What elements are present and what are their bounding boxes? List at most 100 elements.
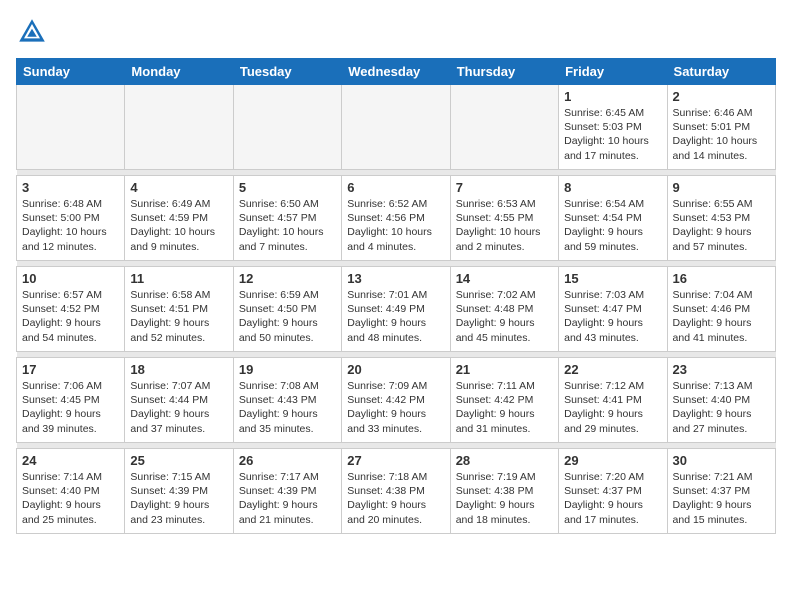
calendar-day-cell bbox=[17, 85, 125, 170]
day-number: 17 bbox=[22, 362, 119, 377]
day-number: 12 bbox=[239, 271, 336, 286]
day-info: Sunrise: 7:14 AM Sunset: 4:40 PM Dayligh… bbox=[22, 470, 119, 527]
weekday-header: Monday bbox=[125, 59, 233, 85]
day-number: 30 bbox=[673, 453, 770, 468]
calendar-day-cell bbox=[342, 85, 450, 170]
calendar-day-cell bbox=[450, 85, 558, 170]
day-info: Sunrise: 7:04 AM Sunset: 4:46 PM Dayligh… bbox=[673, 288, 770, 345]
calendar-day-cell: 28 Sunrise: 7:19 AM Sunset: 4:38 PM Dayli… bbox=[450, 449, 558, 534]
day-number: 10 bbox=[22, 271, 119, 286]
day-number: 24 bbox=[22, 453, 119, 468]
day-info: Sunrise: 7:06 AM Sunset: 4:45 PM Dayligh… bbox=[22, 379, 119, 436]
calendar-day-cell: 2 Sunrise: 6:46 AM Sunset: 5:01 PM Daylig… bbox=[667, 85, 775, 170]
weekday-header: Saturday bbox=[667, 59, 775, 85]
day-number: 16 bbox=[673, 271, 770, 286]
day-number: 22 bbox=[564, 362, 661, 377]
calendar-day-cell: 19 Sunrise: 7:08 AM Sunset: 4:43 PM Dayli… bbox=[233, 358, 341, 443]
day-info: Sunrise: 6:50 AM Sunset: 4:57 PM Dayligh… bbox=[239, 197, 336, 254]
day-number: 14 bbox=[456, 271, 553, 286]
calendar-day-cell: 15 Sunrise: 7:03 AM Sunset: 4:47 PM Dayli… bbox=[559, 267, 667, 352]
day-number: 23 bbox=[673, 362, 770, 377]
calendar-day-cell bbox=[233, 85, 341, 170]
day-info: Sunrise: 7:11 AM Sunset: 4:42 PM Dayligh… bbox=[456, 379, 553, 436]
calendar-day-cell: 3 Sunrise: 6:48 AM Sunset: 5:00 PM Daylig… bbox=[17, 176, 125, 261]
day-info: Sunrise: 6:46 AM Sunset: 5:01 PM Dayligh… bbox=[673, 106, 770, 163]
day-number: 25 bbox=[130, 453, 227, 468]
calendar: SundayMondayTuesdayWednesdayThursdayFrid… bbox=[16, 58, 776, 534]
calendar-day-cell: 17 Sunrise: 7:06 AM Sunset: 4:45 PM Dayli… bbox=[17, 358, 125, 443]
day-number: 9 bbox=[673, 180, 770, 195]
day-info: Sunrise: 6:55 AM Sunset: 4:53 PM Dayligh… bbox=[673, 197, 770, 254]
day-number: 18 bbox=[130, 362, 227, 377]
calendar-day-cell: 14Sunrise: 7:02 AM Sunset: 4:48 PM Dayli… bbox=[450, 267, 558, 352]
day-info: Sunrise: 7:15 AM Sunset: 4:39 PM Dayligh… bbox=[130, 470, 227, 527]
calendar-day-cell: 9 Sunrise: 6:55 AM Sunset: 4:53 PM Daylig… bbox=[667, 176, 775, 261]
day-number: 21 bbox=[456, 362, 553, 377]
day-info: Sunrise: 7:12 AM Sunset: 4:41 PM Dayligh… bbox=[564, 379, 661, 436]
page-header bbox=[16, 16, 776, 48]
day-info: Sunrise: 7:18 AM Sunset: 4:38 PM Dayligh… bbox=[347, 470, 444, 527]
weekday-header: Friday bbox=[559, 59, 667, 85]
calendar-day-cell: 20 Sunrise: 7:09 AM Sunset: 4:42 PM Dayli… bbox=[342, 358, 450, 443]
calendar-day-cell: 21 Sunrise: 7:11 AM Sunset: 4:42 PM Dayli… bbox=[450, 358, 558, 443]
calendar-day-cell: 30Sunrise: 7:21 AM Sunset: 4:37 PM Dayli… bbox=[667, 449, 775, 534]
day-number: 26 bbox=[239, 453, 336, 468]
calendar-week-row: 24 Sunrise: 7:14 AM Sunset: 4:40 PM Dayli… bbox=[17, 449, 776, 534]
day-number: 27 bbox=[347, 453, 444, 468]
day-info: Sunrise: 6:52 AM Sunset: 4:56 PM Dayligh… bbox=[347, 197, 444, 254]
calendar-day-cell: 22 Sunrise: 7:12 AM Sunset: 4:41 PM Dayli… bbox=[559, 358, 667, 443]
calendar-day-cell: 16 Sunrise: 7:04 AM Sunset: 4:46 PM Dayli… bbox=[667, 267, 775, 352]
day-number: 2 bbox=[673, 89, 770, 104]
calendar-day-cell: 24 Sunrise: 7:14 AM Sunset: 4:40 PM Dayli… bbox=[17, 449, 125, 534]
day-info: Sunrise: 6:59 AM Sunset: 4:50 PM Dayligh… bbox=[239, 288, 336, 345]
day-number: 7 bbox=[456, 180, 553, 195]
day-info: Sunrise: 6:45 AM Sunset: 5:03 PM Dayligh… bbox=[564, 106, 661, 163]
weekday-header: Thursday bbox=[450, 59, 558, 85]
calendar-week-row: 10 Sunrise: 6:57 AM Sunset: 4:52 PM Dayli… bbox=[17, 267, 776, 352]
day-info: Sunrise: 7:03 AM Sunset: 4:47 PM Dayligh… bbox=[564, 288, 661, 345]
calendar-week-row: 3 Sunrise: 6:48 AM Sunset: 5:00 PM Daylig… bbox=[17, 176, 776, 261]
day-number: 8 bbox=[564, 180, 661, 195]
calendar-day-cell: 4Sunrise: 6:49 AM Sunset: 4:59 PM Daylig… bbox=[125, 176, 233, 261]
day-info: Sunrise: 6:58 AM Sunset: 4:51 PM Dayligh… bbox=[130, 288, 227, 345]
calendar-day-cell bbox=[125, 85, 233, 170]
day-number: 19 bbox=[239, 362, 336, 377]
day-info: Sunrise: 7:19 AM Sunset: 4:38 PM Dayligh… bbox=[456, 470, 553, 527]
calendar-day-cell: 23 Sunrise: 7:13 AM Sunset: 4:40 PM Dayli… bbox=[667, 358, 775, 443]
calendar-day-cell: 6 Sunrise: 6:52 AM Sunset: 4:56 PM Daylig… bbox=[342, 176, 450, 261]
day-info: Sunrise: 6:54 AM Sunset: 4:54 PM Dayligh… bbox=[564, 197, 661, 254]
day-number: 28 bbox=[456, 453, 553, 468]
calendar-week-row: 1 Sunrise: 6:45 AM Sunset: 5:03 PM Daylig… bbox=[17, 85, 776, 170]
calendar-header-row: SundayMondayTuesdayWednesdayThursdayFrid… bbox=[17, 59, 776, 85]
day-info: Sunrise: 7:17 AM Sunset: 4:39 PM Dayligh… bbox=[239, 470, 336, 527]
day-number: 1 bbox=[564, 89, 661, 104]
weekday-header: Tuesday bbox=[233, 59, 341, 85]
day-number: 29 bbox=[564, 453, 661, 468]
calendar-day-cell: 13Sunrise: 7:01 AM Sunset: 4:49 PM Dayli… bbox=[342, 267, 450, 352]
day-number: 4 bbox=[130, 180, 227, 195]
day-number: 15 bbox=[564, 271, 661, 286]
day-number: 20 bbox=[347, 362, 444, 377]
day-info: Sunrise: 6:48 AM Sunset: 5:00 PM Dayligh… bbox=[22, 197, 119, 254]
day-number: 6 bbox=[347, 180, 444, 195]
calendar-week-row: 17 Sunrise: 7:06 AM Sunset: 4:45 PM Dayli… bbox=[17, 358, 776, 443]
day-number: 13 bbox=[347, 271, 444, 286]
calendar-day-cell: 26 Sunrise: 7:17 AM Sunset: 4:39 PM Dayli… bbox=[233, 449, 341, 534]
calendar-day-cell: 1 Sunrise: 6:45 AM Sunset: 5:03 PM Daylig… bbox=[559, 85, 667, 170]
calendar-day-cell: 10 Sunrise: 6:57 AM Sunset: 4:52 PM Dayli… bbox=[17, 267, 125, 352]
day-info: Sunrise: 7:07 AM Sunset: 4:44 PM Dayligh… bbox=[130, 379, 227, 436]
day-info: Sunrise: 7:09 AM Sunset: 4:42 PM Dayligh… bbox=[347, 379, 444, 436]
day-info: Sunrise: 7:08 AM Sunset: 4:43 PM Dayligh… bbox=[239, 379, 336, 436]
day-number: 11 bbox=[130, 271, 227, 286]
day-info: Sunrise: 6:57 AM Sunset: 4:52 PM Dayligh… bbox=[22, 288, 119, 345]
day-number: 3 bbox=[22, 180, 119, 195]
weekday-header: Sunday bbox=[17, 59, 125, 85]
day-info: Sunrise: 7:20 AM Sunset: 4:37 PM Dayligh… bbox=[564, 470, 661, 527]
day-info: Sunrise: 7:13 AM Sunset: 4:40 PM Dayligh… bbox=[673, 379, 770, 436]
calendar-day-cell: 11 Sunrise: 6:58 AM Sunset: 4:51 PM Dayli… bbox=[125, 267, 233, 352]
calendar-day-cell: 5Sunrise: 6:50 AM Sunset: 4:57 PM Daylig… bbox=[233, 176, 341, 261]
logo bbox=[16, 16, 52, 48]
calendar-day-cell: 7Sunrise: 6:53 AM Sunset: 4:55 PM Daylig… bbox=[450, 176, 558, 261]
calendar-day-cell: 12 Sunrise: 6:59 AM Sunset: 4:50 PM Dayli… bbox=[233, 267, 341, 352]
calendar-day-cell: 25 Sunrise: 7:15 AM Sunset: 4:39 PM Dayli… bbox=[125, 449, 233, 534]
